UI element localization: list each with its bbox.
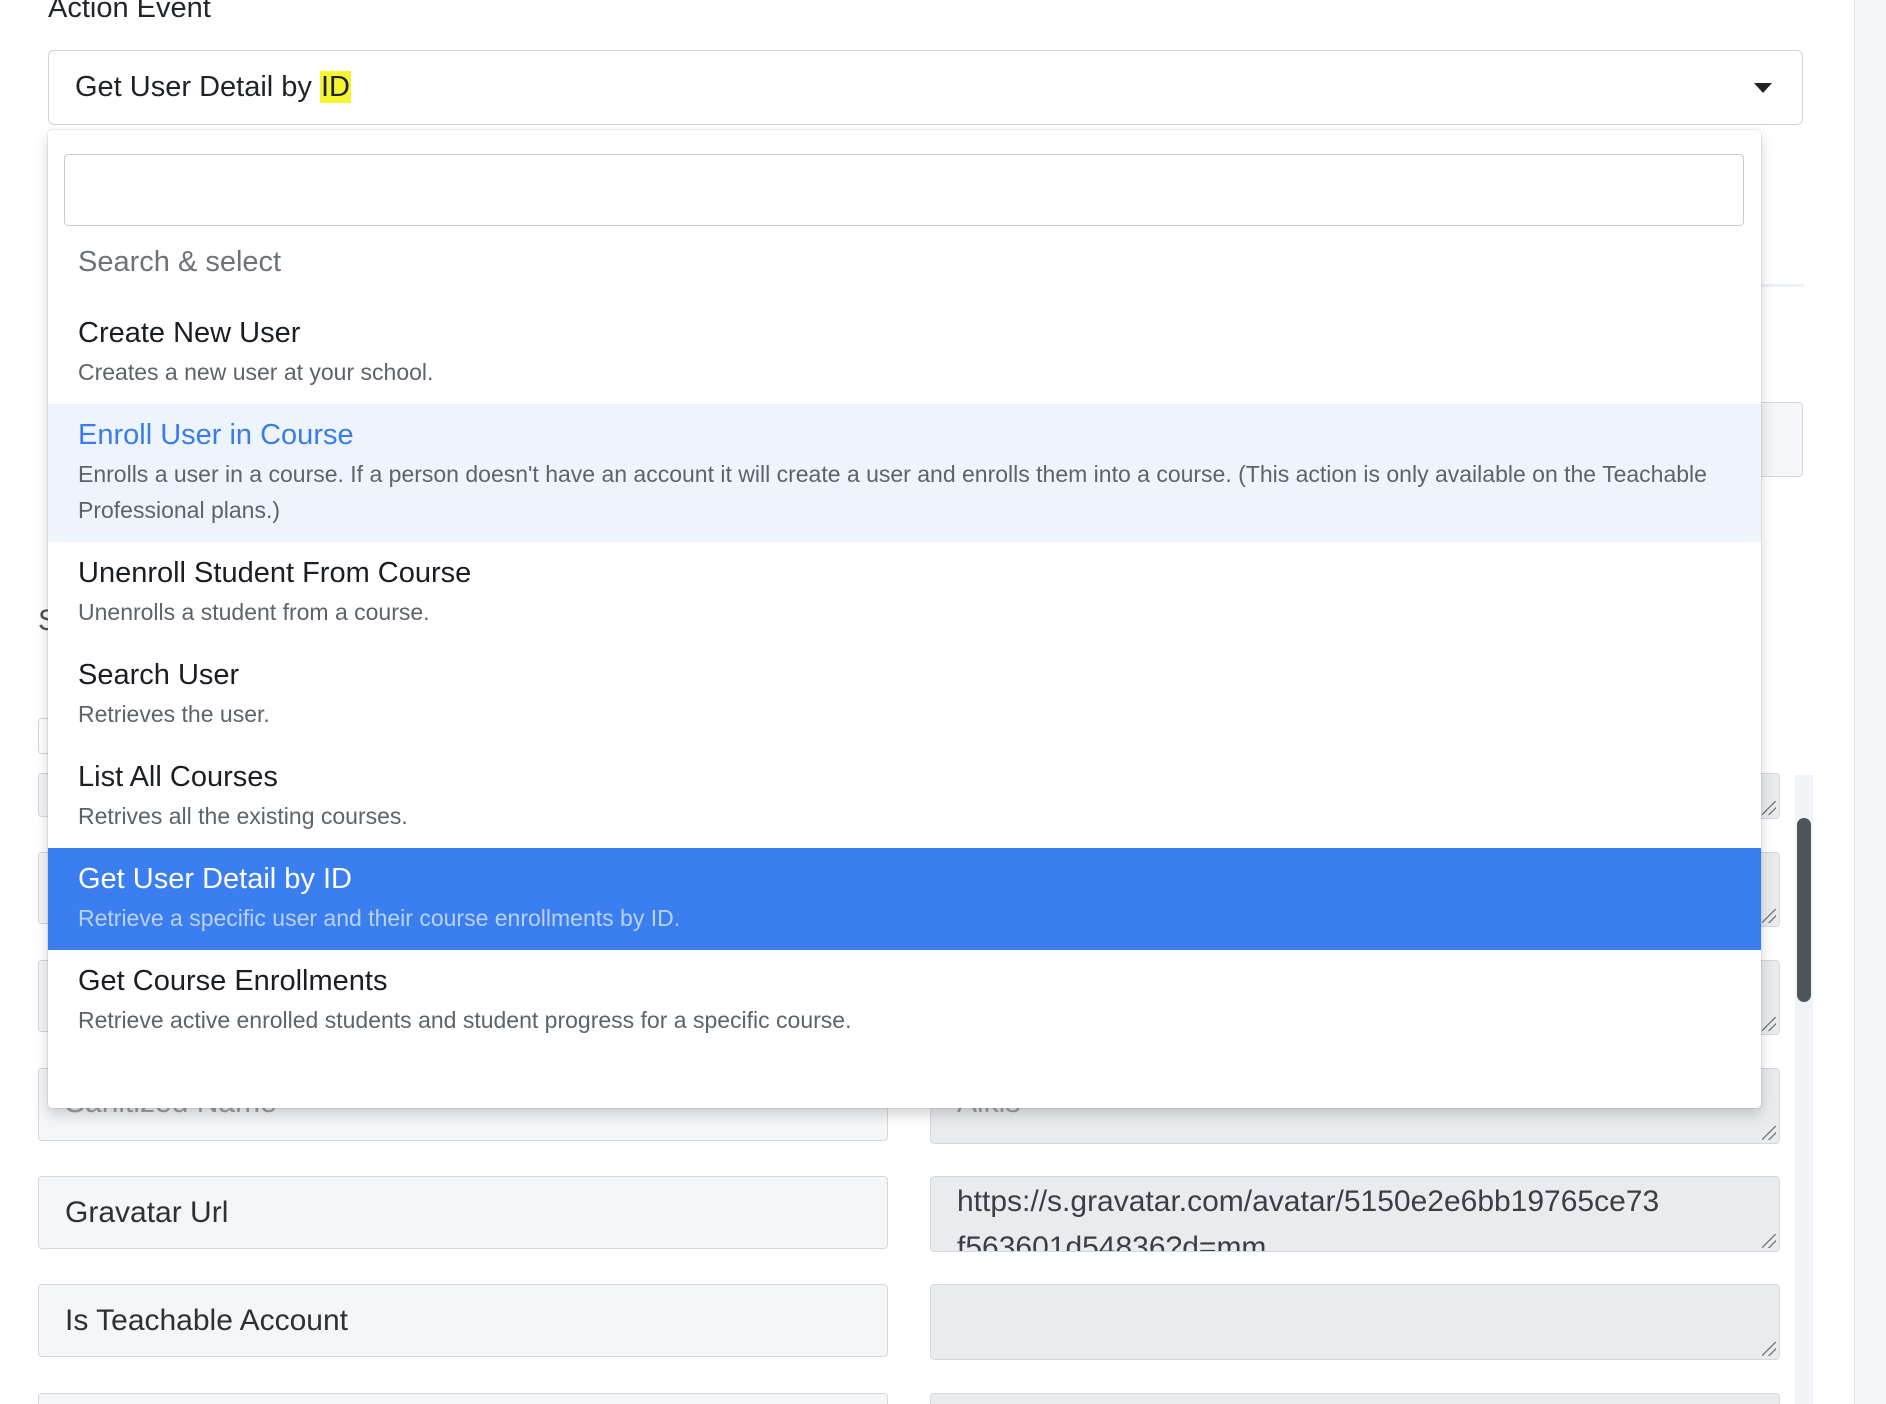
action-event-dropdown: Search & select Create New User Creates a… <box>48 130 1761 1108</box>
dropdown-option[interactable]: Create New User Creates a new user at you… <box>48 302 1761 404</box>
select-value: Get User Detail by ID <box>75 71 351 103</box>
field-label: Is Teachable Account <box>65 1303 348 1337</box>
dropdown-option[interactable]: List All Courses Retrives all the existin… <box>48 746 1761 848</box>
option-description: Retrieve a specific user and their cours… <box>78 905 681 931</box>
option-title: Unenroll Student From Course <box>78 557 472 589</box>
options-list: Create New User Creates a new user at you… <box>48 302 1761 1052</box>
option-description: Retrieve active enrolled students and st… <box>78 1007 852 1033</box>
option-title: List All Courses <box>78 761 278 793</box>
option-description: Retrieves the user. <box>78 701 270 727</box>
dropdown-search-input[interactable] <box>64 154 1744 226</box>
resize-handle-icon[interactable] <box>1762 1126 1776 1140</box>
dropdown-option[interactable]: Enroll User in Course Enrolls a user in a… <box>48 404 1761 542</box>
dropdown-option[interactable]: Get User Detail by ID Retrieve a specific… <box>48 848 1761 950</box>
field-label-box <box>38 1393 888 1404</box>
option-title: Create New User <box>78 317 301 349</box>
option-description: Creates a new user at your school. <box>78 359 434 385</box>
gravatar-label-box: Gravatar Url <box>38 1176 888 1249</box>
field-value-line: f563601d54836?d=mm <box>957 1231 1267 1252</box>
option-title: Enroll User in Course <box>78 419 354 451</box>
action-event-label: Action Event <box>48 0 211 24</box>
search-highlight: ID <box>319 71 351 103</box>
action-event-select[interactable]: Get User Detail by ID <box>48 50 1803 125</box>
page-right-gutter <box>1854 0 1886 1404</box>
option-description: Enrolls a user in a course. If a person … <box>78 461 1707 523</box>
resize-handle-icon[interactable] <box>1762 1234 1776 1248</box>
teachable-value-textarea[interactable] <box>930 1284 1780 1360</box>
search-select-placeholder: Search & select <box>78 246 282 278</box>
dropdown-option[interactable]: Unenroll Student From Course Unenrolls a … <box>48 542 1761 644</box>
scrollbar-thumb[interactable] <box>1797 818 1811 1002</box>
option-title: Get User Detail by ID <box>78 863 352 895</box>
option-description: Unenrolls a student from a course. <box>78 599 430 625</box>
field-label: Gravatar Url <box>65 1195 229 1229</box>
caret-down-icon[interactable] <box>1754 83 1772 93</box>
teachable-label-box: Is Teachable Account <box>38 1284 888 1357</box>
field-value-line: https://s.gravatar.com/avatar/5150e2e6bb… <box>957 1185 1660 1218</box>
dropdown-option[interactable]: Get Course Enrollments Retrieve active en… <box>48 950 1761 1052</box>
gravatar-value-textarea[interactable]: https://s.gravatar.com/avatar/5150e2e6bb… <box>930 1176 1780 1252</box>
resize-handle-icon[interactable] <box>1762 1342 1776 1356</box>
resize-handle-icon[interactable] <box>1762 801 1776 815</box>
resize-handle-icon[interactable] <box>1762 909 1776 923</box>
option-title: Get Course Enrollments <box>78 965 388 997</box>
option-title: Search User <box>78 659 240 691</box>
field-value-textarea[interactable] <box>930 1393 1780 1404</box>
option-description: Retrives all the existing courses. <box>78 803 408 829</box>
dropdown-option[interactable]: Search User Retrieves the user. <box>48 644 1761 746</box>
resize-handle-icon[interactable] <box>1762 1017 1776 1031</box>
